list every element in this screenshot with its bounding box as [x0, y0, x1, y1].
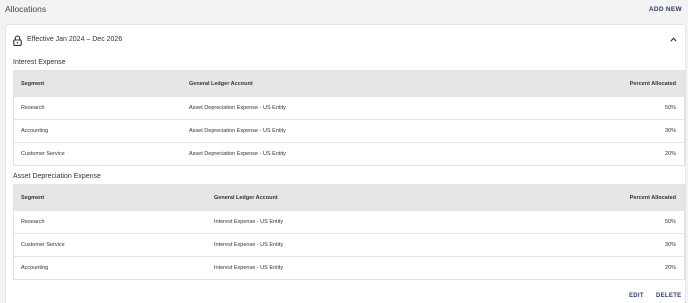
column-header-gl-account[interactable]: General Ledger Account [189, 81, 253, 87]
table-row: Research Interest Expense - US Entity 50… [14, 210, 684, 233]
allocations-page: Allocations ADD NEW Effective Jan 2024 –… [0, 0, 688, 303]
column-header-segment[interactable]: Segment [21, 81, 44, 87]
gl-account-cell: Asset Depreciation Expense - US Entity [189, 128, 286, 134]
table-header: Segment General Ledger Account Percent A… [14, 71, 684, 96]
percent-cell: 20% [664, 151, 676, 157]
table-row: Research Asset Depreciation Expense - US… [14, 96, 684, 119]
gl-account-cell: Interest Expense - US Entity [214, 219, 284, 225]
allocation-card: Effective Jan 2024 – Dec 2026 Interest E… [5, 24, 686, 303]
effective-date-range: Effective Jan 2024 – Dec 2026 [27, 36, 123, 43]
segment-cell: Accounting [21, 265, 49, 271]
percent-cell: 30% [664, 242, 676, 248]
lock-icon [13, 35, 22, 46]
allocation-table: Segment General Ledger Account Percent A… [13, 70, 685, 166]
percent-cell: 20% [664, 265, 676, 271]
gl-account-cell: Interest Expense - US Entity [214, 242, 284, 248]
table-header: Segment General Ledger Account Percent A… [14, 185, 684, 210]
segment-cell: Research [21, 105, 45, 111]
column-header-gl-account[interactable]: General Ledger Account [214, 195, 278, 201]
table-row: Customer Service Interest Expense - US E… [14, 233, 684, 256]
edit-button[interactable]: EDIT [629, 293, 644, 299]
percent-cell: 30% [664, 128, 676, 134]
percent-cell: 50% [664, 219, 676, 225]
segment-cell: Accounting [21, 128, 49, 134]
table-row: Accounting Interest Expense - US Entity … [14, 256, 684, 279]
column-header-segment[interactable]: Segment [21, 195, 44, 201]
percent-cell: 50% [664, 105, 676, 111]
gl-account-cell: Asset Depreciation Expense - US Entity [189, 151, 286, 157]
add-new-button[interactable]: ADD NEW [649, 6, 682, 13]
segment-cell: Customer Service [21, 242, 65, 248]
column-header-percent[interactable]: Percent Allocated [630, 81, 676, 87]
delete-button[interactable]: DELETE [656, 293, 681, 299]
allocation-table: Segment General Ledger Account Percent A… [13, 184, 685, 280]
segment-cell: Customer Service [21, 151, 65, 157]
table-row: Accounting Asset Depreciation Expense - … [14, 119, 684, 142]
gl-account-cell: Asset Depreciation Expense - US Entity [189, 105, 286, 111]
segment-cell: Research [21, 219, 45, 225]
top-bar: Allocations ADD NEW [0, 0, 688, 18]
section-title: Asset Depreciation Expense [13, 173, 101, 180]
card-header[interactable]: Effective Jan 2024 – Dec 2026 [6, 25, 685, 55]
section-title: Interest Expense [13, 59, 66, 66]
column-header-percent[interactable]: Percent Allocated [630, 195, 676, 201]
gl-account-cell: Interest Expense - US Entity [214, 265, 284, 271]
table-row: Customer Service Asset Depreciation Expe… [14, 142, 684, 165]
chevron-up-icon[interactable] [670, 37, 677, 42]
page-title: Allocations [5, 4, 47, 14]
